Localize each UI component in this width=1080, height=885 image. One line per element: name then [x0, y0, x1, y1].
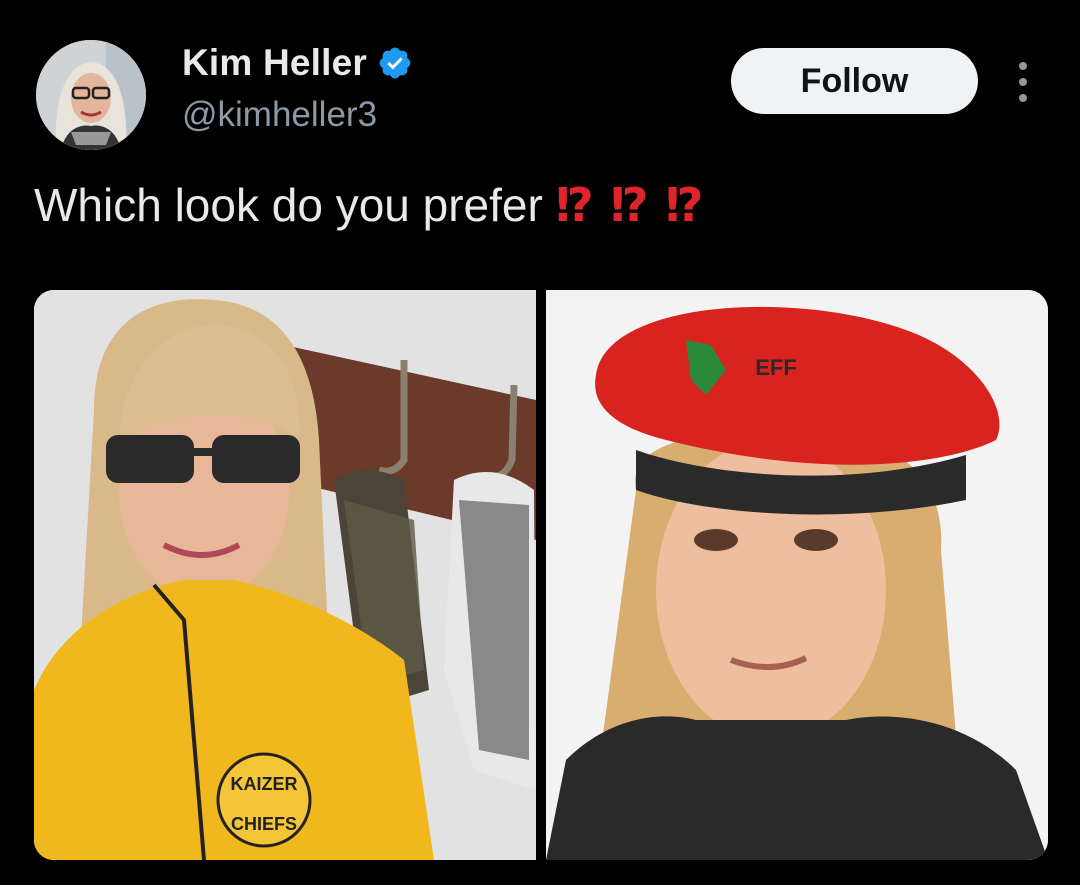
exclamation-question-emoji: ⁉ ⁉ ⁉ [555, 179, 706, 231]
photo-red-beret[interactable]: EFF [546, 290, 1048, 860]
tweet-media[interactable]: KAIZER CHIEFS EFF [34, 290, 1048, 860]
author-name[interactable]: Kim Heller [182, 42, 367, 84]
more-vertical-icon[interactable] [1010, 62, 1036, 102]
avatar[interactable] [36, 40, 146, 150]
tweet-text: Which look do you prefer ⁉ ⁉ ⁉ [34, 178, 706, 232]
svg-text:CHIEFS: CHIEFS [231, 814, 297, 834]
svg-text:EFF: EFF [755, 355, 797, 380]
follow-button[interactable]: Follow [731, 48, 978, 114]
author-handle[interactable]: @kimheller3 [182, 95, 377, 135]
avatar-photo [36, 40, 146, 150]
svg-text:KAIZER: KAIZER [231, 774, 298, 794]
verified-badge-icon [379, 47, 411, 79]
tweet-body: Which look do you prefer [34, 179, 543, 231]
photo-yellow-jacket[interactable]: KAIZER CHIEFS [34, 290, 536, 860]
